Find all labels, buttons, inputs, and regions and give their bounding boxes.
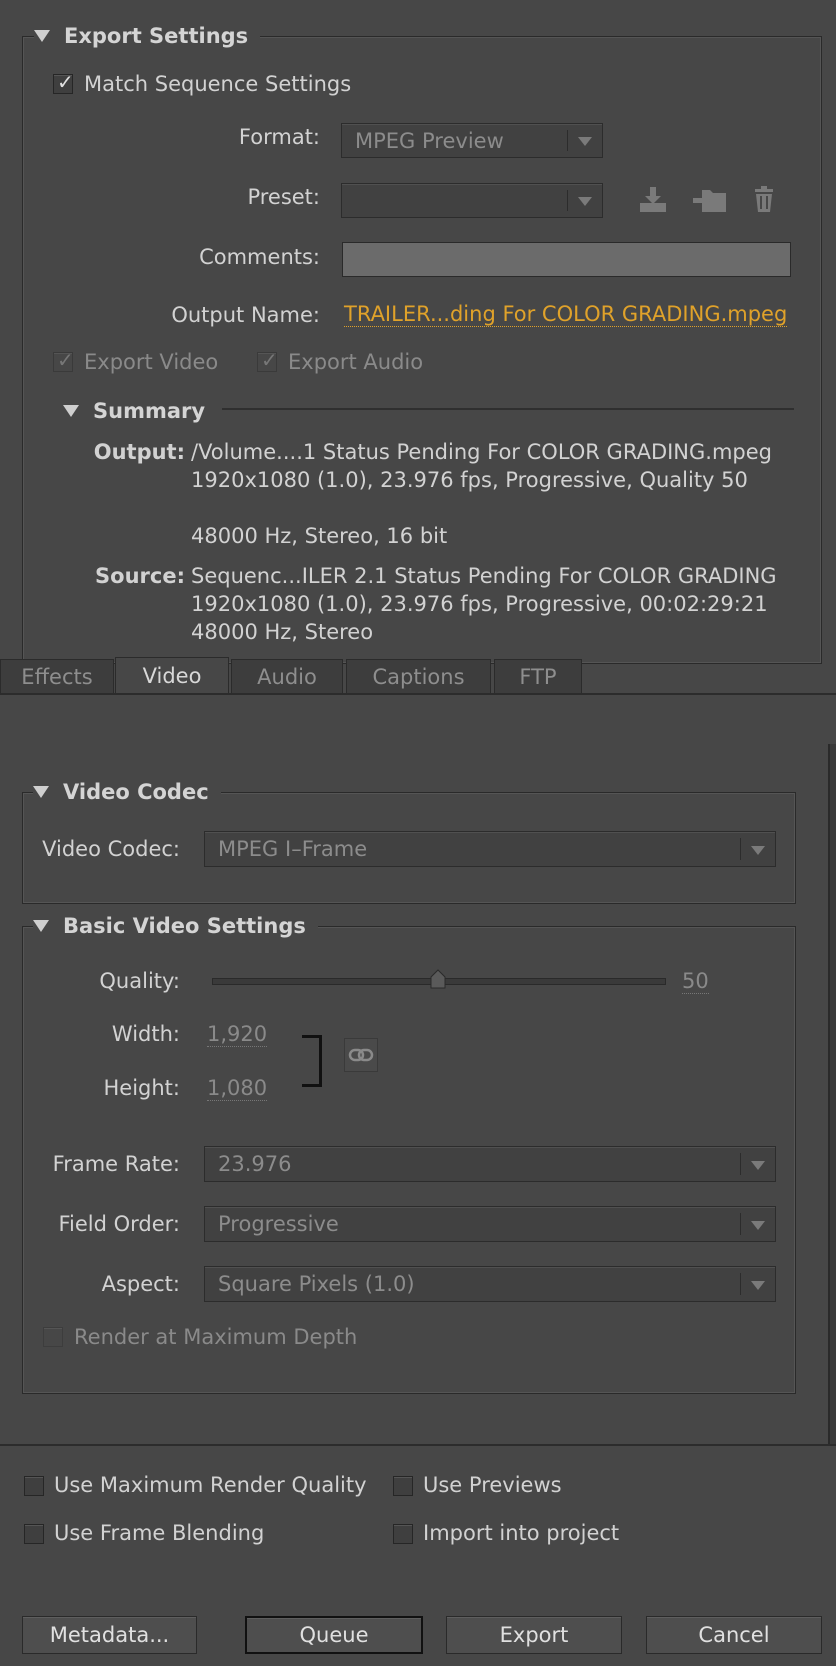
quality-value[interactable]: 50 <box>682 969 709 994</box>
export-video-checkbox[interactable]: ✓ <box>53 348 74 372</box>
preset-dropdown[interactable] <box>341 183 603 218</box>
queue-button[interactable]: Queue <box>245 1616 423 1654</box>
tab-effects[interactable]: Effects <box>0 659 114 693</box>
width-label: Width: <box>111 1022 180 1046</box>
render-max-depth-label: Render at Maximum Depth <box>74 1325 358 1349</box>
chevron-down-icon <box>751 846 765 855</box>
use-previews-label: Use Previews <box>423 1473 562 1497</box>
checkmark-icon: ✓ <box>57 70 74 94</box>
tab-strip-line <box>0 693 836 695</box>
frame-rate-label: Frame Rate: <box>52 1152 180 1176</box>
summary-divider <box>222 408 794 410</box>
delete-preset-icon[interactable] <box>750 184 778 214</box>
aspect-value: Square Pixels (1.0) <box>218 1272 415 1296</box>
chevron-down-icon <box>751 1221 765 1230</box>
chain-link-icon[interactable] <box>344 1038 378 1072</box>
aspect-dropdown[interactable]: Square Pixels (1.0) <box>204 1266 776 1302</box>
video-codec-title: Video Codec <box>63 780 209 804</box>
summary-output-line3: 48000 Hz, Stereo, 16 bit <box>191 524 448 548</box>
collapse-triangle-icon[interactable] <box>33 920 49 932</box>
export-video-label: Export Video <box>84 350 219 374</box>
format-dropdown[interactable]: MPEG Preview <box>341 123 603 158</box>
chevron-down-icon <box>751 1281 765 1290</box>
collapse-triangle-icon[interactable] <box>63 405 79 417</box>
checkmark-icon: ✓ <box>57 348 74 372</box>
video-codec-label: Video Codec: <box>42 837 180 861</box>
summary-source-line1: Sequenc...ILER 2.1 Status Pending For CO… <box>191 564 777 588</box>
frame-rate-dropdown[interactable]: 23.976 <box>204 1146 776 1182</box>
field-order-value: Progressive <box>218 1212 339 1236</box>
import-into-project-checkbox[interactable] <box>393 1524 413 1544</box>
match-sequence-label: Match Sequence Settings <box>84 72 352 96</box>
width-value[interactable]: 1,920 <box>207 1022 268 1047</box>
options-divider <box>0 1444 836 1446</box>
comments-label: Comments: <box>199 245 320 269</box>
summary-source-label: Source: <box>95 564 185 588</box>
video-codec-dropdown[interactable]: MPEG I–Frame <box>204 831 776 867</box>
save-preset-icon[interactable] <box>636 184 670 214</box>
chevron-down-icon <box>578 197 592 206</box>
dimension-link-bracket <box>302 1035 322 1087</box>
import-into-project-label: Import into project <box>423 1521 620 1545</box>
tab-captions[interactable]: Captions <box>346 659 491 693</box>
match-sequence-checkbox[interactable]: ✓ <box>53 70 74 94</box>
max-render-quality-checkbox[interactable] <box>24 1476 44 1496</box>
cancel-button[interactable]: Cancel <box>646 1616 822 1654</box>
export-audio-label: Export Audio <box>288 350 424 374</box>
scrollbar[interactable] <box>828 744 836 1446</box>
summary-output-line1: /Volume....1 Status Pending For COLOR GR… <box>191 440 772 464</box>
preset-label: Preset: <box>247 185 320 209</box>
output-name-link[interactable]: TRAILER...ding For COLOR GRADING.mpeg <box>344 302 788 327</box>
summary-header[interactable]: Summary <box>63 397 218 425</box>
field-order-label: Field Order: <box>58 1212 180 1236</box>
checkmark-icon: ✓ <box>261 348 278 372</box>
video-codec-value: MPEG I–Frame <box>218 837 368 861</box>
frame-rate-value: 23.976 <box>218 1152 292 1176</box>
summary-output-label: Output: <box>93 440 185 464</box>
summary-output-line2: 1920x1080 (1.0), 23.976 fps, Progressive… <box>191 468 748 492</box>
summary-source-line3: 48000 Hz, Stereo <box>191 620 374 644</box>
metadata-button[interactable]: Metadata... <box>22 1616 197 1654</box>
render-max-depth-checkbox[interactable] <box>43 1327 63 1347</box>
basic-video-settings-title: Basic Video Settings <box>63 914 306 938</box>
field-order-dropdown[interactable]: Progressive <box>204 1206 776 1242</box>
collapse-triangle-icon[interactable] <box>33 786 49 798</box>
import-preset-icon[interactable] <box>692 184 728 214</box>
frame-blending-checkbox[interactable] <box>24 1524 44 1544</box>
quality-label: Quality: <box>99 969 180 993</box>
export-settings-title: Export Settings <box>64 24 249 48</box>
export-button[interactable]: Export <box>446 1616 622 1654</box>
tab-audio[interactable]: Audio <box>231 659 343 693</box>
aspect-label: Aspect: <box>101 1272 180 1296</box>
max-render-quality-label: Use Maximum Render Quality <box>54 1473 367 1497</box>
format-value: MPEG Preview <box>355 128 504 153</box>
format-label: Format: <box>238 125 320 149</box>
export-audio-checkbox[interactable]: ✓ <box>257 348 278 372</box>
chevron-down-icon <box>751 1161 765 1170</box>
comments-input[interactable] <box>342 242 791 277</box>
collapse-triangle-icon[interactable] <box>34 30 50 42</box>
export-settings-header[interactable]: Export Settings <box>34 22 261 50</box>
chevron-down-icon <box>578 137 592 146</box>
summary-title: Summary <box>93 399 206 423</box>
tab-ftp[interactable]: FTP <box>494 659 582 693</box>
basic-video-settings-header[interactable]: Basic Video Settings <box>33 912 318 940</box>
tab-video[interactable]: Video <box>115 657 229 693</box>
summary-source-line2: 1920x1080 (1.0), 23.976 fps, Progressive… <box>191 592 768 616</box>
height-value[interactable]: 1,080 <box>207 1076 268 1101</box>
quality-slider-thumb[interactable] <box>430 969 446 989</box>
output-name-label: Output Name: <box>171 303 320 327</box>
frame-blending-label: Use Frame Blending <box>54 1521 265 1545</box>
use-previews-checkbox[interactable] <box>393 1476 413 1496</box>
video-codec-header[interactable]: Video Codec <box>33 778 221 806</box>
height-label: Height: <box>103 1076 181 1100</box>
